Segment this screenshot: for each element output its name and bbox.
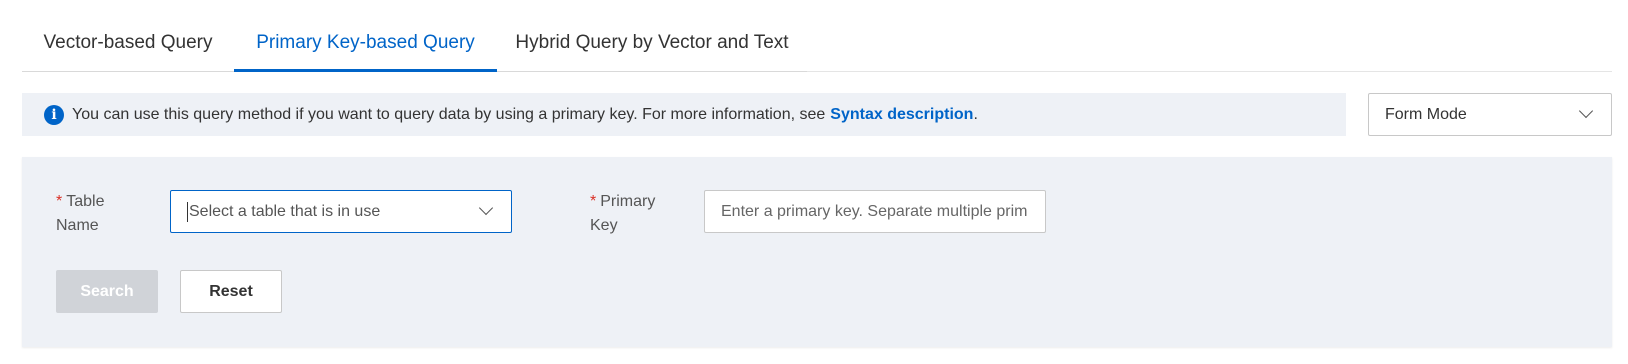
required-mark: *	[56, 193, 63, 210]
chevron-down-icon	[1578, 103, 1594, 119]
table-name-label: * Table Name	[56, 193, 105, 234]
table-select[interactable]: Select a table that is in use	[170, 190, 512, 233]
primary-key-label: * Primary Key	[590, 193, 656, 234]
mode-select-value: Form Mode	[1385, 105, 1467, 123]
tab-vector-based-query[interactable]: Vector-based Query	[22, 0, 234, 72]
tab-primary-key-based-query[interactable]: Primary Key-based Query	[234, 0, 497, 72]
banner-suffix: .	[973, 105, 978, 123]
tab-hybrid-query[interactable]: Hybrid Query by Vector and Text	[497, 0, 807, 72]
banner-text: You can use this query method if you wan…	[72, 105, 826, 123]
active-tab-indicator	[234, 69, 497, 72]
chevron-down-icon	[478, 200, 494, 216]
syntax-description-link[interactable]: Syntax description	[830, 106, 973, 124]
query-tabs: Vector-based Query Primary Key-based Que…	[22, 0, 1612, 72]
table-select-placeholder: Select a table that is in use	[189, 202, 381, 220]
info-banner: i You can use this query method if you w…	[22, 93, 1346, 136]
text-cursor	[187, 201, 188, 222]
primary-key-input[interactable]	[704, 190, 1046, 233]
reset-button[interactable]: Reset	[180, 270, 282, 313]
mode-select[interactable]: Form Mode	[1368, 93, 1612, 136]
query-form-panel: * Table Name Select a table that is in us…	[22, 157, 1612, 347]
required-mark: *	[590, 193, 597, 210]
search-button[interactable]: Search	[56, 270, 158, 313]
info-icon: i	[44, 104, 64, 125]
